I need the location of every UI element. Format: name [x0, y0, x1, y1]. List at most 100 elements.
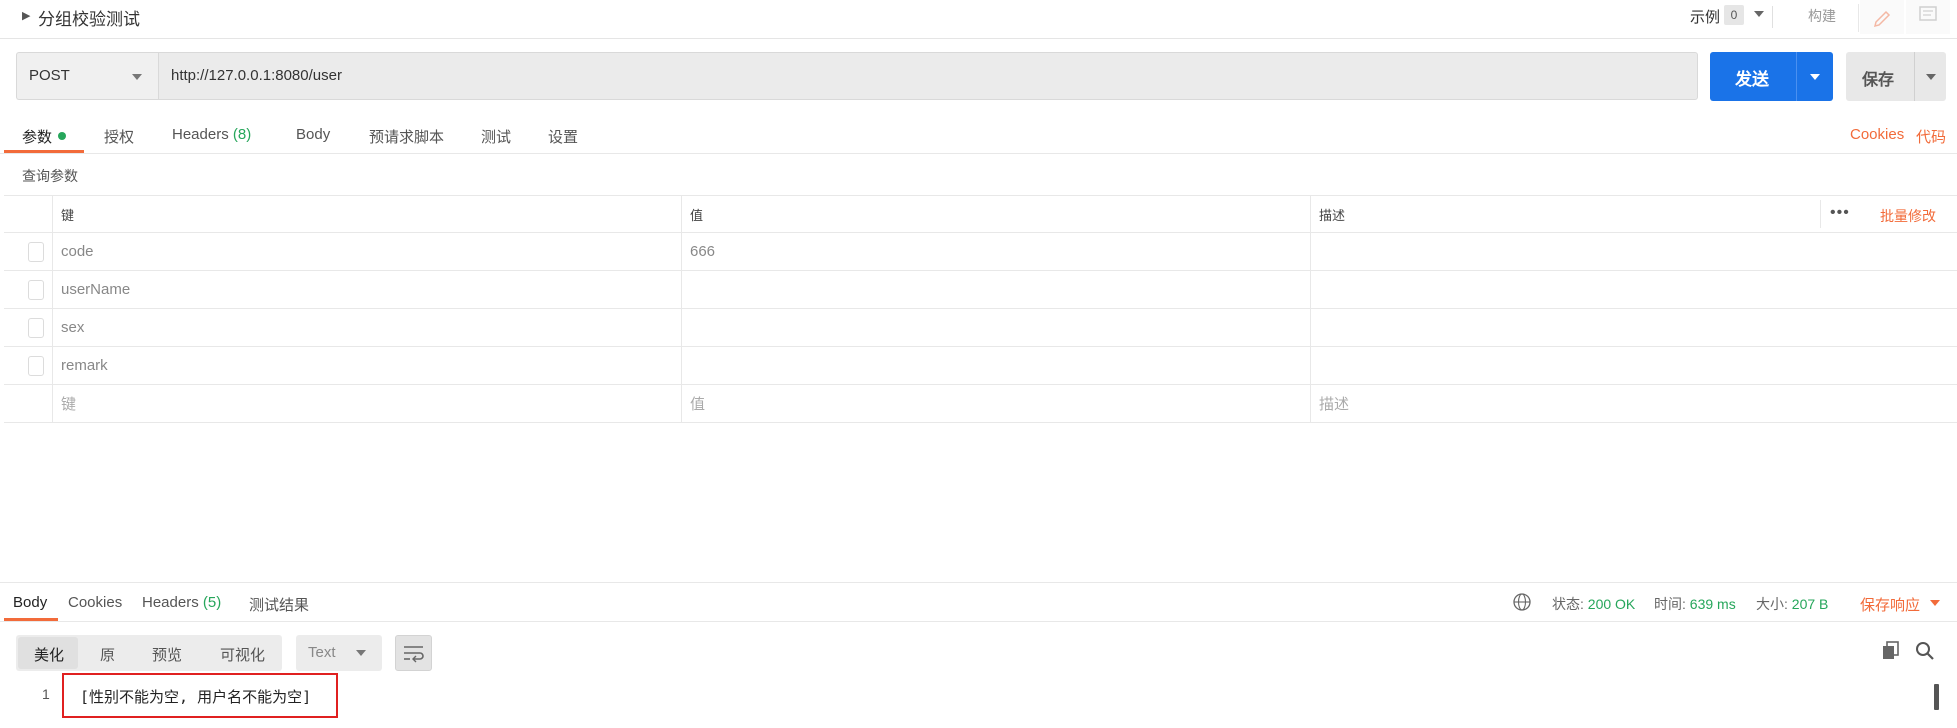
examples-count-badge: 0: [1724, 5, 1744, 25]
examples-label[interactable]: 示例: [1690, 6, 1720, 27]
comment-icon: [1919, 6, 1937, 21]
query-params-label: 查询参数: [22, 168, 78, 184]
row-checkbox[interactable]: [28, 317, 44, 338]
size-label: 大小:: [1756, 596, 1788, 612]
divider: [0, 153, 1957, 154]
pencil-icon: [1873, 10, 1891, 28]
save-options-chevron-down-icon[interactable]: [1926, 74, 1936, 80]
network-globe-icon[interactable]: [1512, 592, 1532, 612]
view-mode-pretty[interactable]: 美化: [34, 644, 64, 665]
divider: [1914, 52, 1915, 101]
comment-button[interactable]: [1906, 0, 1950, 34]
copy-icon[interactable]: [1880, 640, 1902, 662]
build-button[interactable]: 构建: [1808, 6, 1836, 26]
divider: [0, 621, 1957, 622]
view-mode-selector: 美化 原 预览 可视化: [16, 635, 282, 671]
request-title[interactable]: 分组校验测试: [38, 5, 140, 30]
divider: [1820, 200, 1821, 228]
param-description[interactable]: [1311, 347, 1957, 384]
row-checkbox[interactable]: [28, 241, 44, 262]
param-value[interactable]: [682, 271, 1311, 308]
params-active-dot: [58, 132, 66, 140]
row-checkbox-cell: [4, 309, 53, 346]
tab-headers[interactable]: Headers (8): [172, 126, 251, 143]
expand-triangle-icon[interactable]: ▶: [22, 9, 30, 22]
new-description-input[interactable]: 描述: [1311, 385, 1957, 422]
send-button-label: 发送: [1735, 70, 1769, 89]
examples-chevron-down-icon[interactable]: [1754, 11, 1764, 17]
row-checkbox[interactable]: [28, 355, 44, 376]
response-tab-body[interactable]: Body: [13, 594, 47, 611]
request-title-bar: ▶ 分组校验测试 示例 0 构建: [0, 0, 1957, 39]
table-row: remark: [4, 347, 1957, 385]
param-value[interactable]: [682, 309, 1311, 346]
save-button[interactable]: 保存: [1846, 52, 1946, 101]
bulk-edit-link[interactable]: 批量修改: [1880, 206, 1936, 226]
column-header-key: 键: [53, 196, 682, 232]
wrap-lines-button[interactable]: [395, 635, 432, 671]
table-row: code 666: [4, 233, 1957, 271]
param-value[interactable]: 666: [682, 233, 1311, 270]
tab-tests[interactable]: 测试: [481, 126, 511, 147]
edit-button[interactable]: [1860, 0, 1904, 34]
param-description[interactable]: [1311, 271, 1957, 308]
response-tab-cookies[interactable]: Cookies: [68, 594, 122, 611]
empty-checkbox-cell: [4, 385, 53, 422]
save-response-chevron-down-icon[interactable]: [1930, 600, 1940, 606]
param-value[interactable]: [682, 347, 1311, 384]
param-key[interactable]: sex: [53, 309, 682, 346]
save-response-button[interactable]: 保存响应: [1860, 594, 1920, 615]
response-tab-headers[interactable]: Headers (5): [142, 594, 221, 611]
tab-prerequest-script[interactable]: 预请求脚本: [369, 126, 444, 147]
cookies-link[interactable]: Cookies: [1850, 126, 1904, 143]
method-value: POST: [29, 67, 70, 84]
status-value: 200 OK: [1587, 596, 1636, 612]
response-tab-headers-count: (5): [202, 594, 222, 611]
more-options-icon[interactable]: •••: [1830, 204, 1850, 222]
row-checkbox[interactable]: [28, 279, 44, 300]
chevron-down-icon: [356, 650, 366, 656]
param-key[interactable]: code: [53, 233, 682, 270]
time-indicator: 时间: 639 ms: [1654, 594, 1736, 614]
search-icon[interactable]: [1914, 640, 1936, 662]
param-description[interactable]: [1311, 233, 1957, 270]
divider: [1796, 52, 1797, 101]
response-tab-headers-label: Headers: [142, 594, 199, 611]
scrollbar[interactable]: [1934, 684, 1939, 710]
tab-params[interactable]: 参数: [22, 126, 52, 147]
view-mode-visualize[interactable]: 可视化: [220, 644, 265, 665]
send-options-chevron-down-icon[interactable]: [1810, 74, 1820, 80]
header-checkbox-cell: [4, 196, 53, 232]
param-key[interactable]: remark: [53, 347, 682, 384]
time-label: 时间:: [1654, 596, 1686, 612]
params-table: 键 值 描述 ••• 批量修改 code 666 userName sex re…: [4, 195, 1957, 423]
param-key[interactable]: userName: [53, 271, 682, 308]
size-value: 207 B: [1791, 596, 1829, 612]
table-row: sex: [4, 309, 1957, 347]
table-row: userName: [4, 271, 1957, 309]
method-select[interactable]: POST: [16, 52, 158, 100]
code-link[interactable]: 代码: [1916, 126, 1946, 147]
format-value: Text: [308, 644, 336, 661]
send-button[interactable]: 发送: [1710, 52, 1833, 101]
wrap-lines-icon: [404, 646, 424, 663]
status-label: 状态:: [1552, 596, 1584, 612]
save-button-label: 保存: [1862, 72, 1895, 89]
format-select[interactable]: Text: [296, 635, 382, 671]
tab-body[interactable]: Body: [296, 126, 330, 143]
divider: [1858, 4, 1859, 32]
new-key-input[interactable]: 键: [53, 385, 682, 422]
url-input[interactable]: http://127.0.0.1:8080/user: [158, 52, 1698, 100]
view-mode-preview[interactable]: 预览: [152, 644, 182, 665]
response-tab-test-results[interactable]: 测试结果: [249, 594, 309, 615]
param-description[interactable]: [1311, 309, 1957, 346]
tab-settings[interactable]: 设置: [548, 126, 578, 147]
row-checkbox-cell: [4, 271, 53, 308]
chevron-down-icon: [132, 74, 142, 80]
size-indicator: 大小: 207 B: [1756, 594, 1828, 614]
tab-auth[interactable]: 授权: [104, 126, 134, 147]
new-param-row: 键 值 描述: [4, 385, 1957, 423]
view-mode-raw[interactable]: 原: [100, 644, 115, 665]
highlight-annotation-box: [62, 673, 338, 718]
new-value-input[interactable]: 值: [682, 385, 1311, 422]
